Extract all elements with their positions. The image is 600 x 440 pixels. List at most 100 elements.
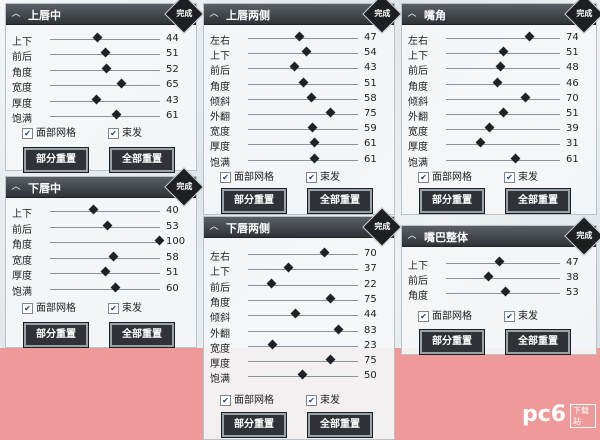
full-reset-button[interactable]: 全部重置 [109,322,175,348]
collapse-chevron-icon[interactable]: ︿ [208,221,220,233]
slider-track[interactable] [50,211,160,212]
slider-track[interactable] [446,38,560,39]
slider-thumb[interactable] [524,31,535,42]
slider-thumb[interactable] [101,63,112,74]
slider-track[interactable] [248,129,358,131]
partial-reset-button[interactable]: 部分重置 [221,188,287,214]
slider-thumb[interactable] [294,31,305,42]
slider-thumb[interactable] [500,286,511,297]
slider-thumb[interactable] [306,92,317,103]
slider-thumb[interactable] [108,251,119,262]
slider-track[interactable] [50,100,160,102]
slider-track[interactable] [50,116,160,117]
slider-thumb[interactable] [498,107,509,118]
hair-tie-checkbox[interactable]: ✔ 束发 [108,299,142,314]
slider-thumb[interactable] [290,308,301,319]
slider-track[interactable] [248,284,358,286]
slider-thumb[interactable] [475,137,486,148]
slider-track[interactable] [248,38,358,39]
face-grid-checkbox[interactable]: ✔ 面部网格 [22,299,76,314]
full-reset-button[interactable]: 全部重置 [307,188,373,214]
face-grid-checkbox[interactable]: ✔ 面部网格 [220,391,274,406]
slider-thumb[interactable] [116,78,126,89]
hair-tie-checkbox[interactable]: ✔ 束发 [306,168,340,183]
slider-thumb[interactable] [88,204,99,215]
slider-track[interactable] [50,289,160,290]
slider-thumb[interactable] [111,109,122,120]
collapse-chevron-icon[interactable]: ︿ [406,8,418,20]
slider-thumb[interactable] [495,61,506,72]
slider-thumb[interactable] [483,271,494,282]
slider-thumb[interactable] [266,278,277,289]
slider-track[interactable] [50,39,160,40]
full-reset-button[interactable]: 全部重置 [505,188,571,214]
slider-track[interactable] [248,345,358,347]
slider-track[interactable] [248,299,358,301]
slider-track[interactable] [248,254,358,255]
slider-track[interactable] [50,85,160,87]
slider-thumb[interactable] [100,47,111,58]
slider-thumb[interactable] [283,262,294,273]
slider-thumb[interactable] [100,266,111,277]
partial-reset-button[interactable]: 部分重置 [221,412,287,438]
slider-thumb[interactable] [520,92,531,103]
slider-thumb[interactable] [301,46,312,57]
slider-thumb[interactable] [510,153,520,164]
slider-track[interactable] [50,257,160,259]
slider-thumb[interactable] [325,107,335,118]
slider-track[interactable] [248,144,358,146]
partial-reset-button[interactable]: 部分重置 [23,322,89,348]
face-grid-checkbox[interactable]: ✔ 面部网格 [418,307,472,322]
slider-thumb[interactable] [309,137,320,148]
full-reset-button[interactable]: 全部重置 [109,147,175,173]
collapse-chevron-icon[interactable]: ︿ [406,230,418,242]
collapse-chevron-icon[interactable]: ︿ [208,8,220,20]
slider-thumb[interactable] [91,94,102,105]
slider-track[interactable] [446,83,560,85]
slider-track[interactable] [248,159,358,161]
slider-thumb[interactable] [333,324,344,334]
slider-thumb[interactable] [492,77,503,88]
slider-track[interactable] [446,278,560,280]
slider-thumb[interactable] [297,369,308,380]
slider-thumb[interactable] [309,153,320,164]
slider-thumb[interactable] [298,77,309,88]
collapse-chevron-icon[interactable]: ︿ [10,181,22,193]
slider-thumb[interactable] [92,32,103,43]
collapse-chevron-icon[interactable]: ︿ [10,8,22,20]
slider-thumb[interactable] [267,339,278,350]
slider-track[interactable] [248,361,358,363]
hair-tie-checkbox[interactable]: ✔ 束发 [504,168,538,183]
slider-track[interactable] [446,129,560,131]
face-grid-checkbox[interactable]: ✔ 面部网格 [22,124,76,139]
partial-reset-button[interactable]: 部分重置 [419,329,485,355]
slider-thumb[interactable] [325,293,335,304]
hair-tie-checkbox[interactable]: ✔ 束发 [504,307,538,322]
slider-track[interactable] [248,269,358,271]
partial-reset-button[interactable]: 部分重置 [23,147,89,173]
slider-track[interactable] [446,144,560,146]
slider-thumb[interactable] [325,354,335,365]
slider-thumb[interactable] [307,122,318,133]
slider-track[interactable] [248,98,358,100]
slider-track[interactable] [446,98,560,100]
hair-tie-checkbox[interactable]: ✔ 束发 [108,124,142,139]
slider-track[interactable] [248,114,358,115]
slider-thumb[interactable] [494,256,505,267]
face-grid-checkbox[interactable]: ✔ 面部网格 [418,168,472,183]
full-reset-button[interactable]: 全部重置 [307,412,373,438]
slider-thumb[interactable] [102,220,113,231]
slider-thumb[interactable] [154,235,165,246]
slider-thumb[interactable] [319,247,330,258]
slider-track[interactable] [248,68,358,70]
hair-tie-checkbox[interactable]: ✔ 束发 [306,391,340,406]
partial-reset-button[interactable]: 部分重置 [419,188,485,214]
slider-thumb[interactable] [289,61,300,72]
slider-thumb[interactable] [110,282,121,293]
slider-track[interactable] [446,263,560,264]
face-grid-checkbox[interactable]: ✔ 面部网格 [220,168,274,183]
slider-track[interactable] [50,242,160,244]
slider-track[interactable] [446,159,560,161]
slider-thumb[interactable] [485,122,495,133]
full-reset-button[interactable]: 全部重置 [505,329,571,355]
